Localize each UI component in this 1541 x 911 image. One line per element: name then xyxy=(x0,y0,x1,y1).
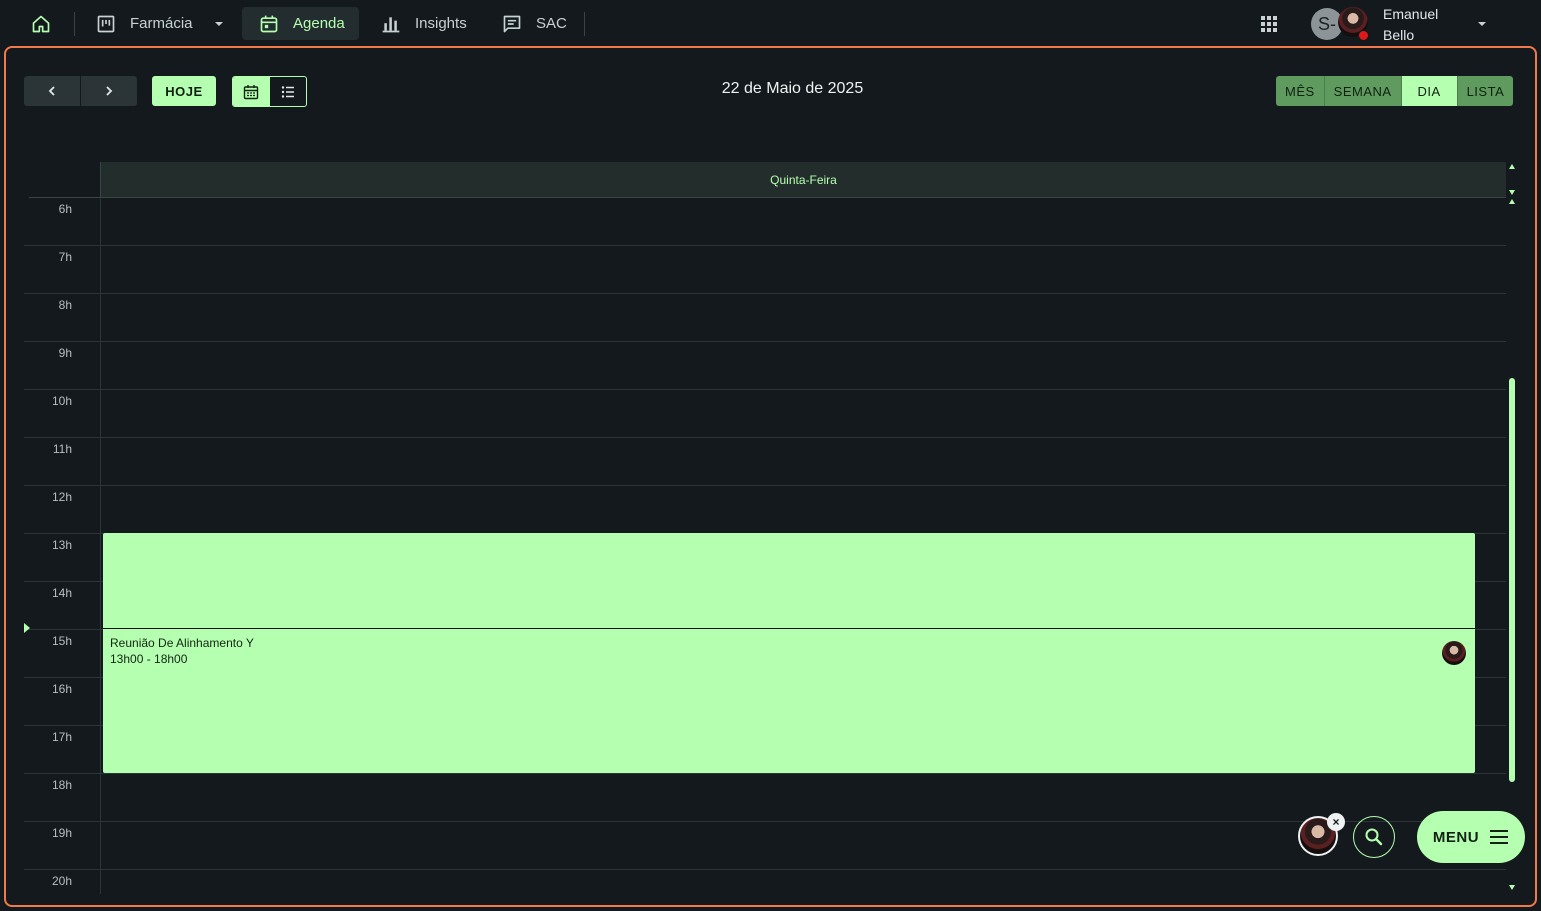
current-time-marker xyxy=(24,623,30,633)
hour-row[interactable]: 8h xyxy=(24,294,1506,342)
chat-icon xyxy=(503,15,521,32)
top-navigation: Farmácia Agenda Insights SAC S- Emanuel … xyxy=(0,0,1541,46)
nav-insights-label: Insights xyxy=(415,15,467,32)
hour-label: 20h xyxy=(51,874,72,888)
chevron-down-icon xyxy=(214,21,223,26)
current-time-line xyxy=(103,628,1475,629)
hour-label: 12h xyxy=(51,490,72,504)
hour-row[interactable]: 19h xyxy=(24,822,1506,870)
apps-button[interactable] xyxy=(1259,7,1281,40)
search-button[interactable] xyxy=(1353,816,1395,858)
hour-row[interactable]: 7h xyxy=(24,246,1506,294)
hour-label: 13h xyxy=(51,538,72,552)
view-month-button[interactable]: MÊS xyxy=(1276,76,1325,106)
scrollbar-thumb[interactable] xyxy=(1509,378,1515,782)
nav-separator xyxy=(584,12,585,36)
bar-chart-icon xyxy=(382,16,400,32)
nav-sac[interactable]: SAC xyxy=(502,7,567,40)
event-attendee-avatar[interactable] xyxy=(1442,641,1466,665)
nav-agenda-label: Agenda xyxy=(293,15,345,32)
menu-button[interactable]: MENU xyxy=(1417,811,1525,863)
nav-farmacia-label: Farmácia xyxy=(130,15,193,32)
board-icon xyxy=(97,15,115,32)
calendar-icon xyxy=(260,15,278,32)
hour-label: 8h xyxy=(58,298,72,312)
calendar-frame: HOJE 22 de Maio de 2025 MÊS SEMANA DIA L… xyxy=(4,46,1537,907)
user-name[interactable]: Emanuel Bello xyxy=(1383,4,1453,46)
hamburger-icon xyxy=(1490,830,1509,844)
status-badge xyxy=(1358,30,1369,41)
nav-agenda[interactable]: Agenda xyxy=(242,7,359,40)
hour-label: 15h xyxy=(51,634,72,648)
scroll-down-arrow-icon[interactable] xyxy=(1509,885,1515,890)
hour-row[interactable]: 18h xyxy=(24,774,1506,822)
nav-farmacia[interactable]: Farmácia xyxy=(96,7,225,40)
home-icon xyxy=(32,15,50,32)
nav-sac-label: SAC xyxy=(536,15,567,32)
hour-label: 11h xyxy=(52,442,72,456)
hour-label: 14h xyxy=(51,586,72,600)
view-list-button[interactable]: LISTA xyxy=(1457,76,1514,106)
nav-separator xyxy=(74,12,75,36)
nav-insights[interactable]: Insights xyxy=(381,7,467,40)
event-time: 13h00 - 18h00 xyxy=(110,652,188,666)
hour-row[interactable]: 12h xyxy=(24,486,1506,534)
scroll-up-arrow-icon[interactable] xyxy=(1509,199,1515,204)
hour-label: 6h xyxy=(58,202,72,216)
hour-row[interactable]: 20h xyxy=(24,870,1506,905)
hour-label: 16h xyxy=(51,682,72,696)
view-switcher: MÊS SEMANA DIA LISTA xyxy=(1276,76,1514,106)
hour-row[interactable]: 9h xyxy=(24,342,1506,390)
close-icon[interactable]: × xyxy=(1327,813,1345,831)
hour-label: 17h xyxy=(51,730,72,744)
user-menu-toggle[interactable] xyxy=(1476,7,1488,40)
grid-icon xyxy=(1261,15,1277,32)
view-week-button[interactable]: SEMANA xyxy=(1324,76,1402,106)
nav-home[interactable] xyxy=(24,7,58,40)
view-day-button[interactable]: DIA xyxy=(1401,76,1458,106)
day-column-header: Quinta-Feira xyxy=(100,162,1506,198)
calendar-event[interactable]: Reunião De Alinhamento Y 13h00 - 18h00 xyxy=(103,533,1475,773)
menu-label: MENU xyxy=(1432,828,1480,846)
search-icon xyxy=(1365,828,1383,846)
scroll-down-arrow-icon[interactable] xyxy=(1509,190,1515,195)
hour-label: 18h xyxy=(51,778,72,792)
hour-label: 7h xyxy=(58,250,72,264)
chevron-down-icon xyxy=(1478,21,1486,26)
hour-label: 10h xyxy=(51,394,72,408)
hour-row[interactable]: 11h xyxy=(24,438,1506,486)
scroll-up-arrow-icon[interactable] xyxy=(1509,164,1515,169)
event-title: Reunião De Alinhamento Y xyxy=(110,636,254,650)
hour-label: 9h xyxy=(58,346,72,360)
hour-row[interactable]: 6h xyxy=(24,198,1506,246)
hour-label: 19h xyxy=(51,826,72,840)
hour-row[interactable]: 10h xyxy=(24,390,1506,438)
